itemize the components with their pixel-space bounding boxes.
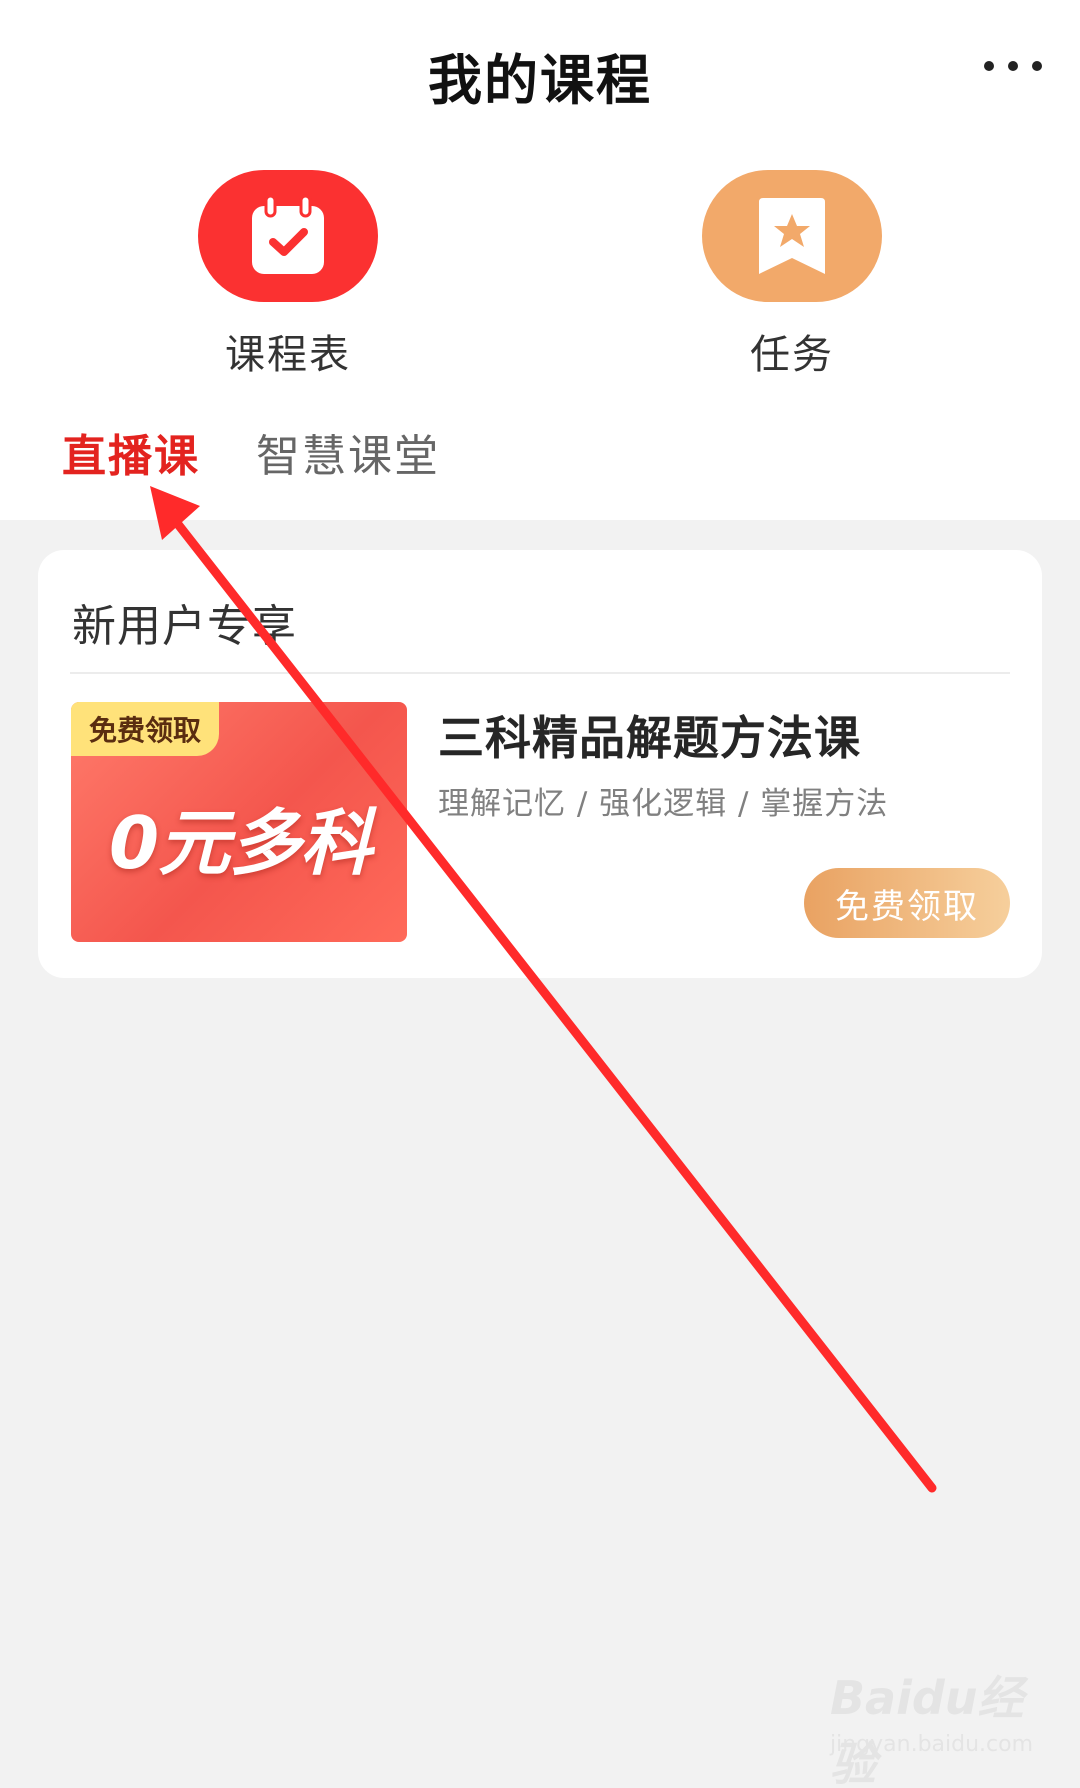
- tab-live-course[interactable]: 直播课: [62, 420, 200, 484]
- card-divider: [70, 672, 1010, 674]
- task-shortcut[interactable]: 任务: [692, 170, 892, 380]
- more-button[interactable]: [978, 44, 1048, 88]
- watermark-brand: Baidu经验: [830, 1671, 1024, 1788]
- promo-banner[interactable]: 免费领取 0元多科: [71, 702, 407, 942]
- schedule-shortcut[interactable]: 课程表: [188, 170, 388, 380]
- course-subtitle: 理解记忆 / 强化逻辑 / 掌握方法: [438, 786, 889, 822]
- tab-smart-classroom[interactable]: 智慧课堂: [256, 420, 440, 484]
- schedule-label: 课程表: [225, 332, 351, 378]
- claim-button[interactable]: 免费领取: [804, 868, 1010, 938]
- card-title: 新用户专享: [72, 601, 297, 652]
- bookmark-star-icon: [759, 198, 825, 274]
- calendar-check-icon: [252, 194, 324, 274]
- course-title[interactable]: 三科精品解题方法课: [438, 702, 861, 768]
- task-bubble: [702, 170, 882, 302]
- promo-headline: 0元多科: [109, 801, 372, 885]
- watermark-url: jingyan.baidu.com: [830, 1732, 1034, 1757]
- promo-tag: 免费领取: [71, 702, 220, 756]
- new-user-card: 新用户专享 免费领取 0元多科 三科精品解题方法课 理解记忆 / 强化逻辑 / …: [38, 550, 1042, 978]
- watermark: Baidu经验 jingyan.baidu.com: [830, 1662, 1050, 1788]
- top-section: 我的课程 课程表 任务 直播课 智慧课堂: [0, 0, 1080, 520]
- task-label: 任务: [750, 332, 834, 378]
- schedule-bubble: [198, 170, 378, 302]
- page-title: 我的课程: [428, 49, 652, 112]
- more-horizontal-icon: [984, 61, 1042, 71]
